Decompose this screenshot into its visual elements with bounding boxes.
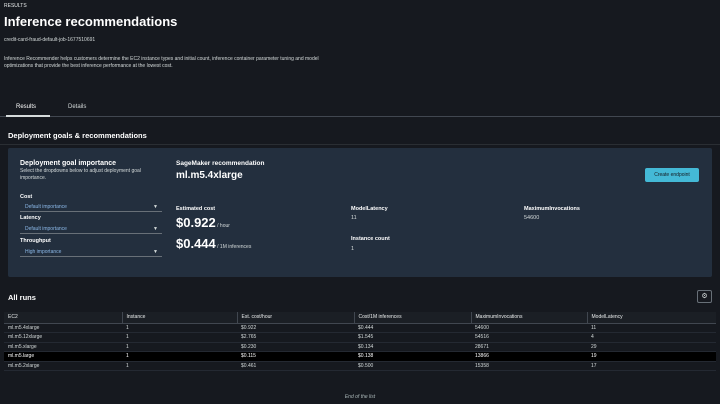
column-header-model-latency[interactable]: ModelLatency bbox=[586, 312, 716, 324]
instance-count-label: Instance count bbox=[351, 236, 390, 242]
cell-ec2: ml.m5.2xlarge bbox=[4, 361, 122, 371]
throughput-label: Throughput bbox=[20, 238, 51, 244]
page-description: Inference Recommender helps customers de… bbox=[4, 56, 319, 69]
table-settings-button[interactable]: ⚙ bbox=[697, 290, 712, 303]
goal-importance-header: Deployment goal importance Select the dr… bbox=[20, 160, 160, 181]
cell-instance: 1 bbox=[122, 342, 237, 352]
tab-details[interactable]: Details bbox=[68, 104, 86, 110]
table-row[interactable]: ml.m5.xlarge 1 $0.230 $0.134 28671 29 bbox=[4, 342, 716, 352]
end-of-list-label: End of the list bbox=[344, 394, 376, 400]
cell-instance: 1 bbox=[122, 361, 237, 371]
cell-cost-hour: $0.922 bbox=[237, 323, 354, 333]
cost-select[interactable]: Default importance ▼ bbox=[20, 203, 162, 212]
max-invocations-value: 54600 bbox=[524, 215, 540, 221]
cell-cost-hour: $0.115 bbox=[237, 351, 354, 362]
cell-model-latency: 17 bbox=[587, 361, 716, 371]
chevron-down-icon: ▼ bbox=[153, 204, 158, 210]
instance-count-value: 1 bbox=[351, 246, 355, 252]
cell-max-invocations: 13866 bbox=[471, 351, 587, 362]
cost-per-inference: $0.444 / 1M inferences bbox=[176, 236, 251, 251]
cost-per-hour-value: $0.922 bbox=[176, 215, 216, 230]
cell-model-latency: 19 bbox=[587, 351, 716, 362]
chevron-down-icon: ▼ bbox=[153, 226, 158, 232]
throughput-select-value: High importance bbox=[25, 249, 62, 255]
cell-ec2: ml.m5.12xlarge bbox=[4, 332, 122, 343]
page-title: Inference recommendations bbox=[4, 14, 178, 29]
active-tab-indicator bbox=[6, 115, 50, 117]
cell-cost-inference: $0.138 bbox=[354, 351, 471, 362]
cell-max-invocations: 15358 bbox=[471, 361, 587, 371]
goals-subtitle: Select the dropdowns below to adjust dep… bbox=[20, 168, 141, 181]
cell-cost-inference: $0.500 bbox=[354, 361, 471, 371]
cell-cost-hour: $2.765 bbox=[237, 332, 354, 343]
cell-model-latency: 4 bbox=[587, 332, 716, 343]
column-header-ec2[interactable]: EC2 bbox=[4, 312, 122, 324]
cell-model-latency: 29 bbox=[587, 342, 716, 352]
throughput-select[interactable]: High importance ▼ bbox=[20, 248, 162, 257]
section-title: Deployment goals & recommendations bbox=[8, 131, 147, 140]
table-row-selected[interactable]: ml.m5.large 1 $0.115 $0.138 13866 19 bbox=[4, 351, 716, 362]
cell-cost-inference: $1.545 bbox=[354, 332, 471, 343]
gear-icon: ⚙ bbox=[701, 293, 708, 300]
column-header-cost-inference[interactable]: Cost/1M inferences bbox=[353, 312, 471, 324]
cell-cost-hour: $0.461 bbox=[237, 361, 354, 371]
cost-label: Cost bbox=[20, 194, 33, 200]
cell-instance: 1 bbox=[122, 332, 237, 343]
cost-per-inference-value: $0.444 bbox=[176, 236, 216, 251]
latency-label: Latency bbox=[20, 215, 41, 221]
table-row[interactable]: ml.m5.12xlarge 1 $2.765 $1.545 54516 4 bbox=[4, 332, 716, 343]
table-row[interactable]: ml.m5.2xlarge 1 $0.461 $0.500 15358 17 bbox=[4, 361, 716, 371]
cost-select-value: Default importance bbox=[25, 204, 67, 210]
model-latency-value: 11 bbox=[351, 215, 357, 221]
all-runs-table: EC2 Instance Est. cost/hour Cost/1M infe… bbox=[4, 312, 716, 371]
cell-cost-inference: $0.444 bbox=[354, 323, 471, 333]
breadcrumb[interactable]: RESULTS bbox=[4, 3, 27, 9]
recommended-instance: ml.m5.4xlarge bbox=[176, 170, 243, 181]
column-header-instance[interactable]: Instance bbox=[121, 312, 237, 324]
recommendation-label: SageMaker recommendation bbox=[176, 160, 265, 167]
cost-per-inference-unit: / 1M inferences bbox=[217, 244, 252, 250]
cell-max-invocations: 28671 bbox=[471, 342, 587, 352]
divider bbox=[0, 144, 720, 145]
model-latency-label: ModelLatency bbox=[351, 206, 388, 212]
cell-ec2: ml.m5.4xlarge bbox=[4, 323, 122, 333]
cell-ec2: ml.m5.xlarge bbox=[4, 342, 122, 352]
cell-instance: 1 bbox=[122, 351, 237, 362]
job-id: credit-card-fraud-default-job-1677510691 bbox=[4, 37, 96, 43]
create-endpoint-button[interactable]: Create endpoint bbox=[645, 168, 699, 182]
latency-select-value: Default importance bbox=[25, 226, 67, 232]
cost-per-hour: $0.922 / hour bbox=[176, 215, 230, 230]
table-header-row: EC2 Instance Est. cost/hour Cost/1M infe… bbox=[4, 312, 716, 324]
cell-max-invocations: 54516 bbox=[471, 332, 587, 343]
tab-bar: Results Details bbox=[0, 101, 720, 117]
cell-model-latency: 11 bbox=[587, 323, 716, 333]
max-invocations-label: MaximumInvocations bbox=[524, 206, 580, 212]
column-header-cost-hour[interactable]: Est. cost/hour bbox=[236, 312, 354, 324]
cell-cost-hour: $0.230 bbox=[237, 342, 354, 352]
all-runs-title: All runs bbox=[8, 293, 36, 302]
cell-cost-inference: $0.134 bbox=[354, 342, 471, 352]
table-row[interactable]: ml.m5.4xlarge 1 $0.922 $0.444 54600 11 bbox=[4, 323, 716, 333]
latency-select[interactable]: Default importance ▼ bbox=[20, 225, 162, 234]
goals-title: Deployment goal importance bbox=[20, 160, 117, 167]
column-header-max-invocations[interactable]: MaximumInvocations bbox=[470, 312, 587, 324]
cell-ec2: ml.m5.large bbox=[4, 351, 122, 362]
chevron-down-icon: ▼ bbox=[153, 249, 158, 255]
cost-per-hour-unit: / hour bbox=[217, 223, 230, 229]
cell-max-invocations: 54600 bbox=[471, 323, 587, 333]
cell-instance: 1 bbox=[122, 323, 237, 333]
tab-results[interactable]: Results bbox=[16, 104, 36, 110]
estimated-cost-label: Estimated cost bbox=[176, 206, 216, 212]
